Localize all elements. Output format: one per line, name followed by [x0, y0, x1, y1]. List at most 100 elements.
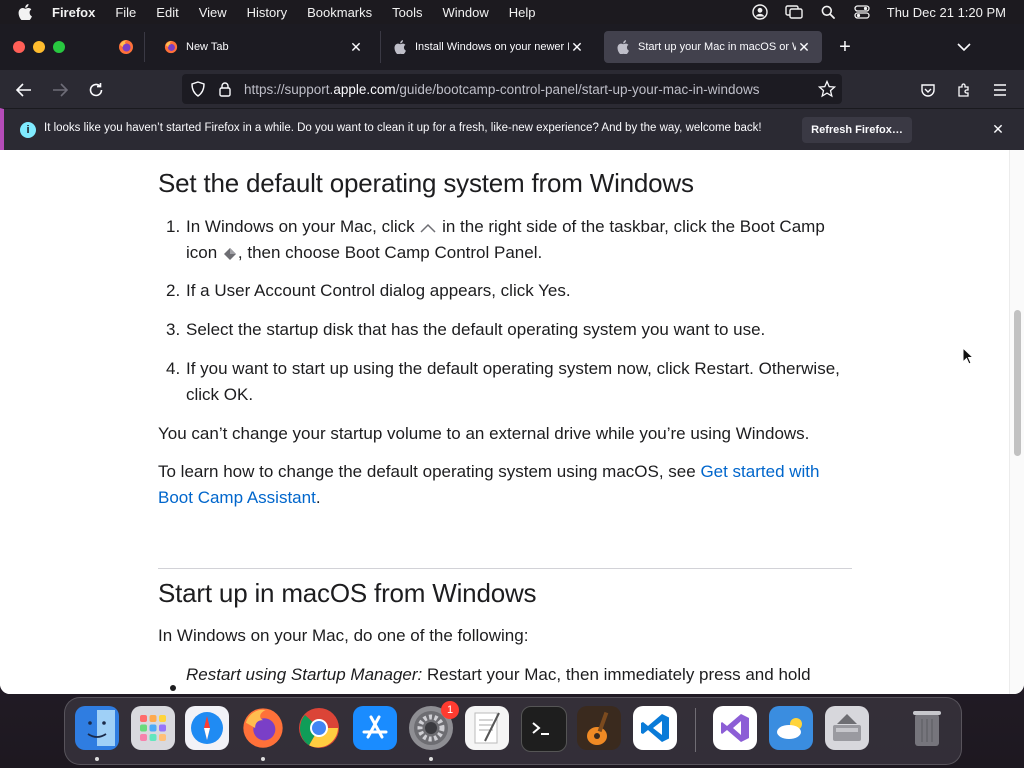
app-store-icon[interactable] [353, 706, 397, 750]
chevron-up-icon [420, 223, 436, 233]
step-2-text: If a User Account Control dialog appears… [186, 281, 571, 300]
section-divider [158, 568, 852, 569]
tracking-protection-shield-icon[interactable] [190, 81, 206, 97]
apple-favicon-icon [616, 40, 630, 54]
learn-more-prefix: To learn how to change the default opera… [158, 462, 701, 481]
control-center-icon[interactable] [853, 4, 871, 20]
running-indicator [95, 757, 99, 761]
reload-icon[interactable] [86, 80, 106, 100]
new-tab-plus-icon[interactable]: + [836, 37, 854, 57]
step-number: 4. [166, 359, 181, 378]
lock-icon[interactable] [218, 81, 232, 97]
dock-separator [695, 708, 696, 752]
tab-start-up-mac[interactable]: Start up your Mac in macOS or Windows ✕ [604, 31, 822, 63]
bullet-text: Restart your Mac, then immediately press… [422, 665, 811, 684]
fullscreen-window-button[interactable] [53, 41, 65, 53]
menu-bookmarks[interactable]: Bookmarks [307, 5, 372, 20]
tab-install-windows[interactable]: Install Windows on your newer Mac ✕ [380, 31, 595, 63]
section-intro: In Windows on your Mac, do one of the fo… [158, 626, 529, 645]
terminal-icon[interactable] [521, 706, 567, 752]
dock: 1 [64, 697, 962, 765]
pocket-icon[interactable] [918, 80, 938, 100]
bookmark-star-icon[interactable] [818, 80, 836, 98]
pinned-tab-firefox[interactable] [108, 32, 145, 62]
notification-bar: i It looks like you haven’t started Fire… [0, 108, 1024, 150]
garageband-icon[interactable] [577, 706, 621, 750]
step-3-text: Select the startup disk that has the def… [186, 320, 766, 339]
navigation-toolbar: https://support.apple.com/guide/bootcamp… [0, 70, 1024, 108]
tab-close-icon[interactable]: ✕ [348, 39, 364, 55]
step-4-text: If you want to start up using the defaul… [186, 359, 840, 404]
step-1-part-a: In Windows on your Mac, click [186, 217, 420, 236]
trash-icon[interactable] [905, 706, 949, 750]
section-heading-macos: Start up in macOS from Windows [158, 578, 537, 608]
url-text[interactable]: https://support.apple.com/guide/bootcamp… [244, 82, 810, 97]
page-scrollbar[interactable] [1009, 150, 1024, 694]
learn-more-paragraph: To learn how to change the default opera… [158, 459, 852, 511]
step-1-text: In Windows on your Mac, click in the rig… [186, 214, 852, 266]
menu-history[interactable]: History [247, 5, 287, 20]
spotlight-search-icon[interactable] [819, 4, 837, 20]
finder-icon[interactable] [75, 706, 119, 750]
minimize-window-button[interactable] [33, 41, 45, 53]
url-domain: apple.com [333, 81, 396, 97]
firefox-icon [119, 40, 133, 54]
bullet-italic-label: Restart using Startup Manager: [186, 665, 423, 684]
menu-file[interactable]: File [115, 5, 136, 20]
menu-view[interactable]: View [199, 5, 227, 20]
step-number: 3. [166, 320, 181, 339]
boot-camp-icon [223, 247, 236, 260]
hamburger-menu-icon[interactable] [990, 80, 1010, 100]
section-heading-windows: Set the default operating system from Wi… [158, 168, 694, 198]
menu-edit[interactable]: Edit [156, 5, 178, 20]
tab-close-icon[interactable]: ✕ [796, 39, 812, 55]
close-window-button[interactable] [13, 41, 25, 53]
tab-close-icon[interactable]: ✕ [569, 39, 585, 55]
url-prefix: https://support. [244, 81, 334, 97]
vscode-icon[interactable] [633, 706, 677, 750]
menu-help[interactable]: Help [509, 5, 536, 20]
close-notification-icon[interactable]: ✕ [990, 121, 1006, 137]
firefox-window: New Tab ✕ Install Windows on your newer … [0, 24, 1024, 694]
running-indicator [261, 757, 265, 761]
firefox-icon [164, 40, 178, 54]
launchpad-icon[interactable] [131, 706, 175, 750]
learn-more-suffix: . [315, 488, 321, 507]
tab-label: New Tab [186, 41, 229, 53]
tab-new-tab[interactable]: New Tab ✕ [152, 31, 374, 63]
url-bar[interactable]: https://support.apple.com/guide/bootcamp… [182, 74, 842, 104]
apple-favicon-icon [393, 40, 407, 54]
menu-tools[interactable]: Tools [392, 5, 422, 20]
apple-logo-icon[interactable] [18, 4, 32, 20]
user-account-icon[interactable] [751, 4, 769, 20]
textedit-icon[interactable] [465, 706, 509, 750]
list-all-tabs-chevron-icon[interactable] [955, 39, 973, 55]
extensions-puzzle-icon[interactable] [954, 80, 974, 100]
tab-label: Install Windows on your newer Mac [415, 41, 569, 53]
external-drive-note: You can’t change your startup volume to … [158, 424, 810, 443]
firefox-icon[interactable] [241, 706, 285, 750]
visual-studio-icon[interactable] [713, 706, 757, 750]
screen-mirroring-icon[interactable] [785, 4, 803, 20]
page-content: Set the default operating system from Wi… [0, 150, 1010, 694]
forward-arrow-icon[interactable] [50, 80, 70, 100]
refresh-firefox-button[interactable]: Refresh Firefox… [802, 117, 912, 143]
startup-manager-bullet: Restart using Startup Manager: Restart y… [186, 662, 852, 688]
step-1-part-c: , then choose Boot Camp Control Panel. [237, 243, 543, 262]
safari-icon[interactable] [185, 706, 229, 750]
mouse-pointer-icon [962, 347, 974, 365]
system-settings-icon[interactable]: 1 [409, 701, 459, 750]
bullet-marker [170, 685, 176, 691]
notification-message: It looks like you haven’t started Firefo… [44, 122, 762, 134]
back-arrow-icon[interactable] [14, 80, 34, 100]
menu-window[interactable]: Window [443, 5, 489, 20]
notification-badge: 1 [441, 701, 459, 719]
menu-bar-clock[interactable]: Thu Dec 21 1:20 PM [887, 5, 1006, 20]
bootcamp-icon[interactable] [825, 706, 869, 750]
menu-bar: Firefox File Edit View History Bookmarks… [0, 0, 1024, 24]
menu-app-name[interactable]: Firefox [52, 5, 95, 20]
weather-icon[interactable] [769, 706, 813, 750]
chrome-icon[interactable] [297, 706, 341, 750]
scrollbar-thumb[interactable] [1014, 310, 1021, 456]
running-indicator [429, 757, 433, 761]
